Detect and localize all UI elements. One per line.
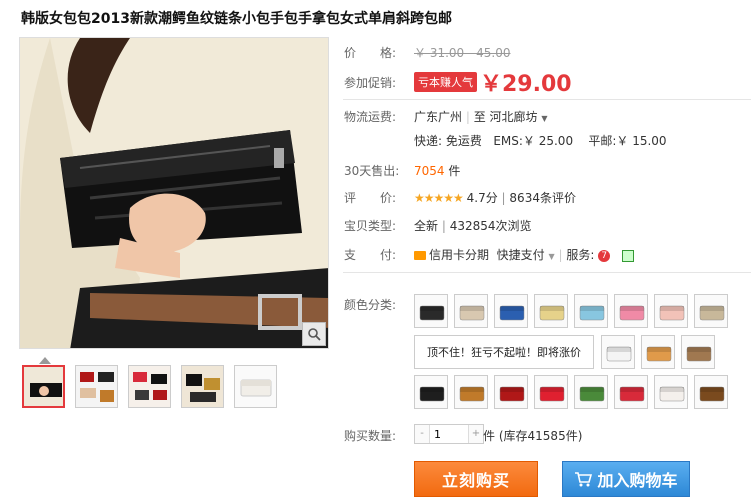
color-label: 颜色分类: bbox=[344, 298, 397, 312]
color-swatch[interactable] bbox=[654, 375, 688, 409]
stock-count: (库存41585件) bbox=[498, 429, 583, 443]
color-swatch[interactable] bbox=[454, 375, 488, 409]
color-option-text[interactable]: 顶不住！狂亏不起啦！即将涨价 bbox=[414, 335, 594, 369]
add-to-cart-label: 加入购物车 bbox=[597, 471, 678, 490]
chevron-down-icon[interactable]: ▼ bbox=[541, 114, 547, 123]
rating-row: ★★★★★ 4.7分 | 8634条评价 bbox=[414, 189, 576, 206]
color-swatch[interactable] bbox=[694, 294, 728, 328]
color-swatch[interactable] bbox=[694, 375, 728, 409]
chevron-down-icon[interactable]: ▼ bbox=[549, 252, 555, 261]
type-row: 全新 | 432854次浏览 bbox=[414, 217, 532, 234]
shipping-to-prefix: 至 bbox=[473, 110, 486, 124]
color-swatch[interactable] bbox=[494, 375, 528, 409]
quantity-unit: 件 bbox=[483, 429, 496, 443]
thumbnail-4[interactable] bbox=[181, 365, 224, 408]
separator: | bbox=[441, 219, 446, 233]
thumbnail-1[interactable] bbox=[22, 365, 65, 408]
color-swatch[interactable] bbox=[414, 375, 448, 409]
shipping-route: 广东广州 | 至 河北廊坊 ▼ bbox=[414, 110, 548, 124]
sales-label: 30天售出: bbox=[344, 164, 400, 178]
color-swatch[interactable] bbox=[574, 294, 608, 328]
quantity-label: 购买数量: bbox=[344, 429, 397, 443]
credit-card-icon bbox=[414, 251, 426, 260]
divider bbox=[343, 99, 751, 100]
original-price: ￥ 31.00 - 45.00 bbox=[414, 46, 511, 60]
shipping-fees: 快递: 免运费 EMS:￥ 25.00 平邮:￥ 15.00 bbox=[414, 132, 667, 149]
thumbnail-strip bbox=[22, 365, 277, 408]
payment-label: 支 付: bbox=[344, 248, 397, 262]
color-swatch[interactable] bbox=[654, 294, 688, 328]
sales-count: 7054 件 bbox=[414, 162, 460, 179]
seven-day-return-icon[interactable]: 7 bbox=[598, 249, 611, 262]
price-label: 价 格: bbox=[344, 46, 397, 60]
guarantee-icon[interactable] bbox=[621, 249, 634, 262]
thumbnail-3[interactable] bbox=[128, 365, 171, 408]
divider bbox=[343, 272, 751, 273]
color-swatch[interactable] bbox=[601, 335, 635, 369]
view-count: 432854次浏览 bbox=[449, 219, 532, 233]
review-count[interactable]: 8634条评价 bbox=[509, 191, 576, 205]
service-label: 服务: bbox=[566, 248, 595, 262]
shipping-from: 广东广州 bbox=[414, 110, 463, 124]
star-rating-icon: ★★★★★ bbox=[414, 191, 464, 205]
shipping-destination[interactable]: 河北廊坊 bbox=[490, 110, 538, 124]
item-condition: 全新 bbox=[414, 219, 439, 233]
cart-icon bbox=[575, 472, 593, 487]
buy-now-button[interactable]: 立刻购买 bbox=[414, 461, 538, 497]
quantity-stepper[interactable]: - + bbox=[414, 424, 484, 444]
color-swatch[interactable] bbox=[494, 294, 528, 328]
promo-tag: 亏本赚人气 bbox=[414, 72, 477, 92]
product-title: 韩版女包包2013新款潮鳄鱼纹链条小包手包手拿包女式单肩斜跨包邮 bbox=[21, 11, 452, 27]
promo-label: 参加促销: bbox=[344, 76, 397, 90]
ems-fee: EMS:￥ 25.00 bbox=[493, 134, 574, 148]
thumbnail-pointer-icon bbox=[39, 357, 51, 364]
color-swatch[interactable] bbox=[641, 335, 675, 369]
thumbnail-2[interactable] bbox=[75, 365, 118, 408]
rating-score: 4.7分 bbox=[466, 191, 498, 205]
stock-info: 件 (库存41585件) bbox=[483, 427, 582, 444]
color-swatch[interactable] bbox=[574, 375, 608, 409]
quick-pay[interactable]: 快捷支付 bbox=[497, 248, 545, 262]
color-swatch[interactable] bbox=[534, 375, 568, 409]
magnifier-icon bbox=[308, 328, 321, 341]
rating-label: 评 价: bbox=[344, 191, 397, 205]
thumbnail-5[interactable] bbox=[234, 365, 277, 408]
main-product-image[interactable] bbox=[19, 37, 329, 349]
quantity-input[interactable] bbox=[429, 425, 469, 443]
express-fee: 快递: 免运费 bbox=[414, 134, 482, 148]
color-swatch[interactable] bbox=[534, 294, 568, 328]
color-swatch[interactable] bbox=[454, 294, 488, 328]
type-label: 宝贝类型: bbox=[344, 219, 397, 233]
color-swatch[interactable] bbox=[414, 294, 448, 328]
credit-installment[interactable]: 信用卡分期 bbox=[429, 248, 489, 262]
separator: | bbox=[501, 191, 506, 205]
post-fee: 平邮:￥ 15.00 bbox=[588, 134, 667, 148]
color-swatch[interactable] bbox=[681, 335, 715, 369]
color-swatch[interactable] bbox=[614, 294, 648, 328]
quantity-increase-button[interactable]: + bbox=[469, 425, 483, 443]
quantity-decrease-button[interactable]: - bbox=[415, 425, 429, 443]
add-to-cart-button[interactable]: 加入购物车 bbox=[562, 461, 690, 497]
sales-number: 7054 bbox=[414, 164, 445, 178]
zoom-button[interactable] bbox=[302, 322, 326, 346]
shipping-label: 物流运费: bbox=[344, 110, 397, 124]
sales-unit: 件 bbox=[448, 164, 461, 178]
current-price: ￥29.00 bbox=[480, 72, 572, 97]
color-swatch[interactable] bbox=[614, 375, 648, 409]
payment-row: 信用卡分期 快捷支付 ▼ | 服务: 7 bbox=[414, 246, 634, 263]
